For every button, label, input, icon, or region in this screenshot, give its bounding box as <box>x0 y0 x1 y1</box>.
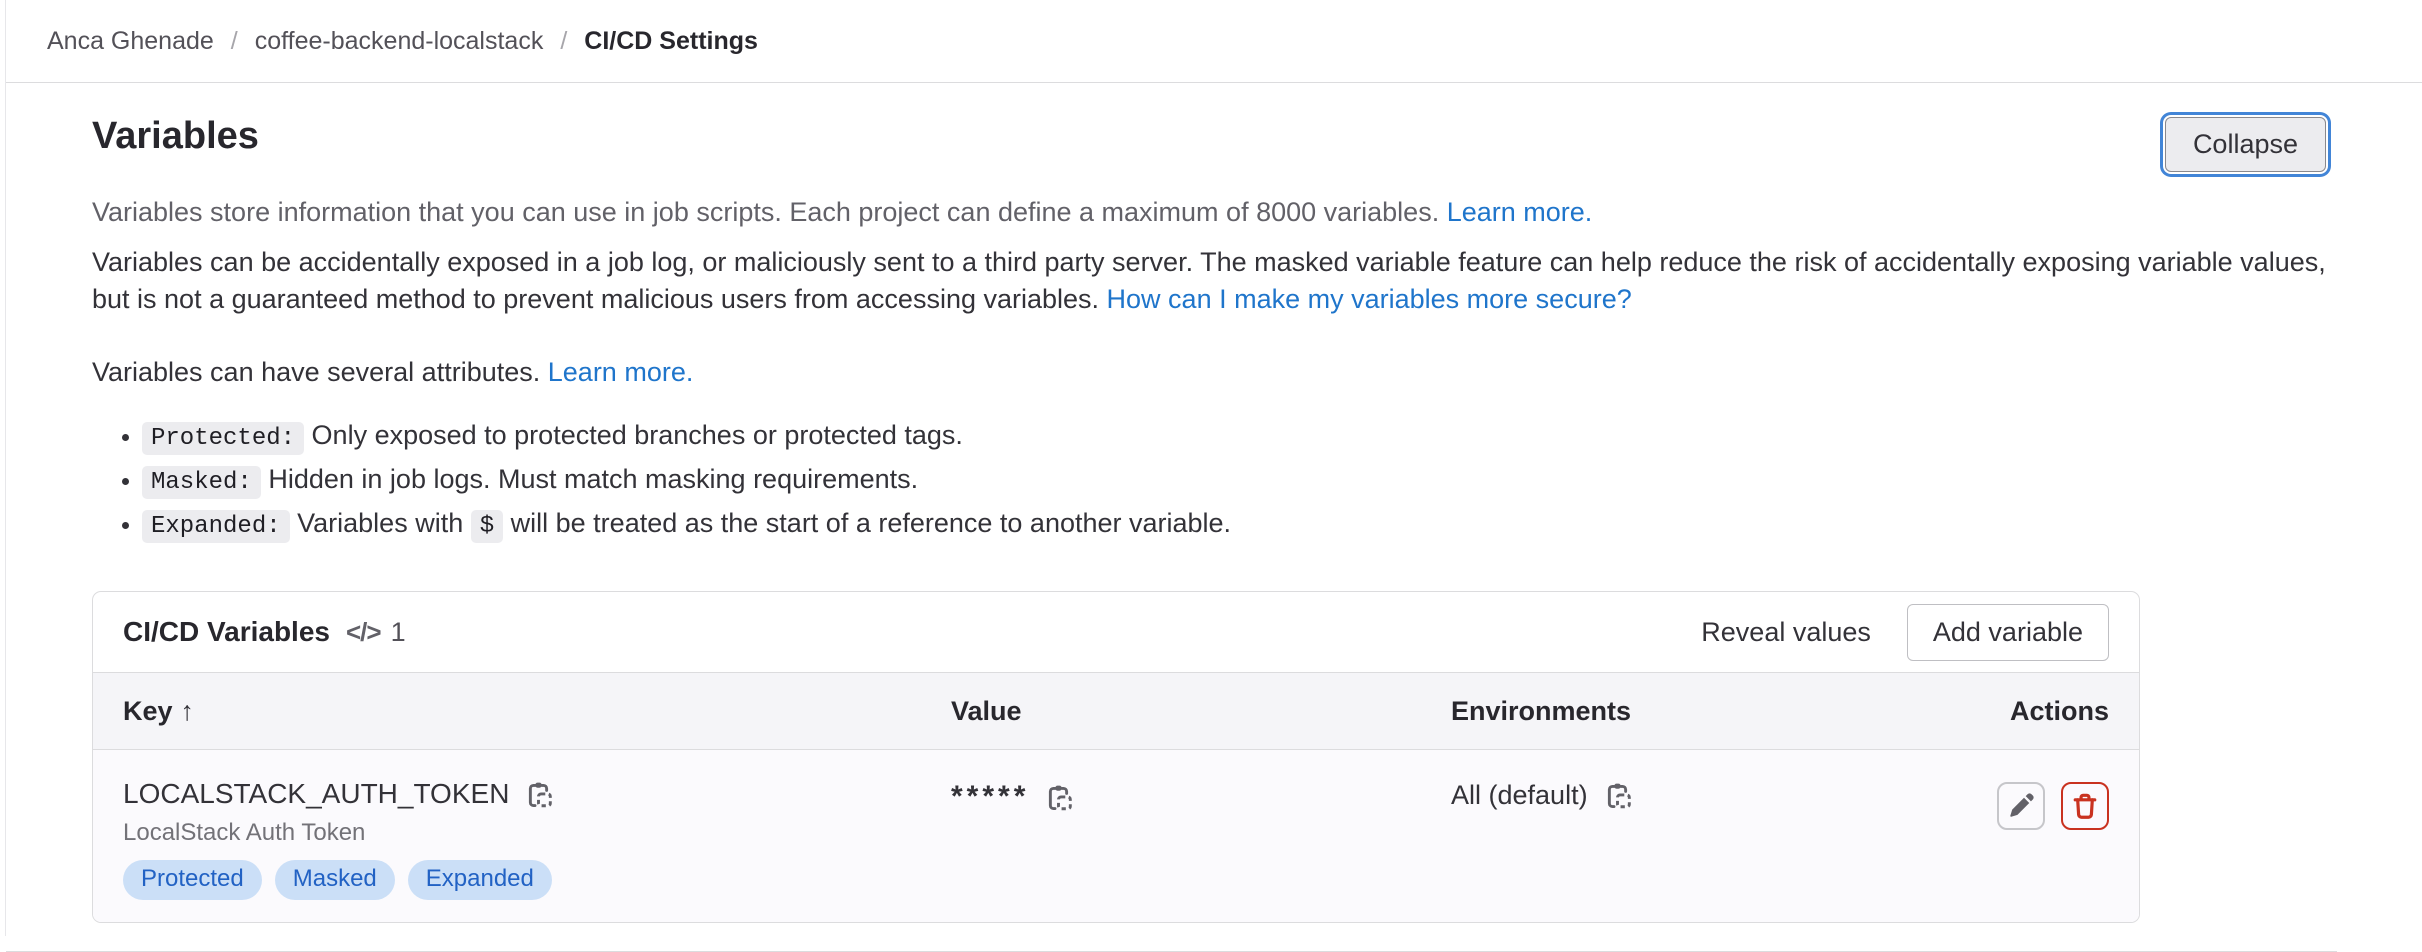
masked-value: ***** <box>951 780 1029 814</box>
protected-bullet-text: Only exposed to protected branches or pr… <box>312 420 963 450</box>
copy-key-button[interactable] <box>523 779 554 810</box>
column-header-key[interactable]: Key ↑ <box>123 696 951 727</box>
value-cell: ***** <box>951 780 1451 814</box>
expanded-bullet-text-after: will be treated as the start of a refere… <box>511 508 1231 538</box>
pencil-icon <box>2006 791 2036 821</box>
attributes-text: Variables can have several attributes. L… <box>92 354 2332 391</box>
breadcrumb-bar: Anca Ghenade / coffee-backend-localstack… <box>0 0 2422 83</box>
masked-bullet-text: Hidden in job logs. Must match masking r… <box>268 464 918 494</box>
intro-text-body: Variables store information that you can… <box>92 197 1439 227</box>
key-column-label: Key <box>123 696 173 726</box>
actions-cell <box>1997 782 2109 830</box>
copy-environment-button[interactable] <box>1602 780 1633 811</box>
protected-code-token: Protected: <box>142 422 304 455</box>
variable-badges: Protected Masked Expanded <box>123 860 951 900</box>
warning-text: Variables can be accidentally exposed in… <box>92 244 2332 318</box>
dollar-code-token: $ <box>471 510 503 543</box>
reveal-values-button[interactable]: Reveal values <box>1701 617 1871 648</box>
learn-more-link[interactable]: Learn more. <box>1447 197 1593 227</box>
card-title: CI/CD Variables <box>123 616 330 648</box>
variable-key: LOCALSTACK_AUTH_TOKEN <box>123 778 509 810</box>
variable-count: 1 <box>391 617 406 648</box>
badge-masked: Masked <box>275 860 395 900</box>
copy-icon <box>1602 780 1633 811</box>
variables-secure-link[interactable]: How can I make my variables more secure? <box>1107 284 1632 314</box>
page-title: Variables <box>92 113 259 159</box>
column-header-value: Value <box>951 696 1451 727</box>
left-rail <box>0 0 6 936</box>
breadcrumb-user[interactable]: Anca Ghenade <box>47 27 214 56</box>
collapse-button[interactable]: Collapse <box>2165 117 2326 172</box>
sort-ascending-icon: ↑ <box>181 696 195 726</box>
attributes-learn-more-link[interactable]: Learn more. <box>548 357 694 387</box>
variables-table-header: Key ↑ Value Environments Actions <box>93 672 2139 750</box>
masked-code-token: Masked: <box>142 466 261 499</box>
expanded-bullet-text-before: Variables with <box>297 508 463 538</box>
badge-expanded: Expanded <box>408 860 552 900</box>
breadcrumb-project[interactable]: coffee-backend-localstack <box>255 27 544 56</box>
breadcrumb-separator: / <box>560 27 567 56</box>
breadcrumb: Anca Ghenade / coffee-backend-localstack… <box>47 27 758 56</box>
environment-scope: All (default) <box>1451 780 1588 811</box>
card-actions: Reveal values Add variable <box>1701 604 2109 661</box>
card-title-group: CI/CD Variables </> 1 <box>123 616 406 648</box>
breadcrumb-separator: / <box>231 27 238 56</box>
variables-section-header: Variables Collapse <box>92 113 2332 172</box>
attributes-text-body: Variables can have several attributes. <box>92 357 540 387</box>
variable-row: LOCALSTACK_AUTH_TOKEN LocalStack Auth <box>93 750 2139 922</box>
delete-variable-button[interactable] <box>2061 782 2109 830</box>
variable-description: LocalStack Auth Token <box>123 819 951 847</box>
key-cell: LOCALSTACK_AUTH_TOKEN LocalStack Auth <box>123 778 951 900</box>
code-icon: </> <box>346 617 381 648</box>
intro-text: Variables store information that you can… <box>92 194 2332 231</box>
badge-protected: Protected <box>123 860 262 900</box>
copy-icon <box>523 779 554 810</box>
edit-variable-button[interactable] <box>1997 782 2045 830</box>
copy-icon <box>1043 782 1074 813</box>
breadcrumb-current: CI/CD Settings <box>584 27 758 56</box>
trash-icon <box>2070 791 2100 821</box>
column-header-actions: Actions <box>2010 696 2109 727</box>
column-header-environments: Environments <box>1451 696 1979 727</box>
expanded-code-token: Expanded: <box>142 510 290 543</box>
settings-content: Variables Collapse Variables store infor… <box>0 113 2422 952</box>
attributes-list: Protected: Only exposed to protected bra… <box>92 417 2332 545</box>
attribute-bullet-protected: Protected: Only exposed to protected bra… <box>142 417 2332 457</box>
add-variable-button[interactable]: Add variable <box>1907 604 2109 661</box>
variables-card: CI/CD Variables </> 1 Reveal values Add … <box>92 591 2140 923</box>
copy-value-button[interactable] <box>1043 782 1074 813</box>
variables-card-header: CI/CD Variables </> 1 Reveal values Add … <box>93 592 2139 672</box>
attribute-bullet-expanded: Expanded: Variables with $ will be treat… <box>142 505 2332 545</box>
attribute-bullet-masked: Masked: Hidden in job logs. Must match m… <box>142 461 2332 501</box>
environments-cell: All (default) <box>1451 780 1979 811</box>
